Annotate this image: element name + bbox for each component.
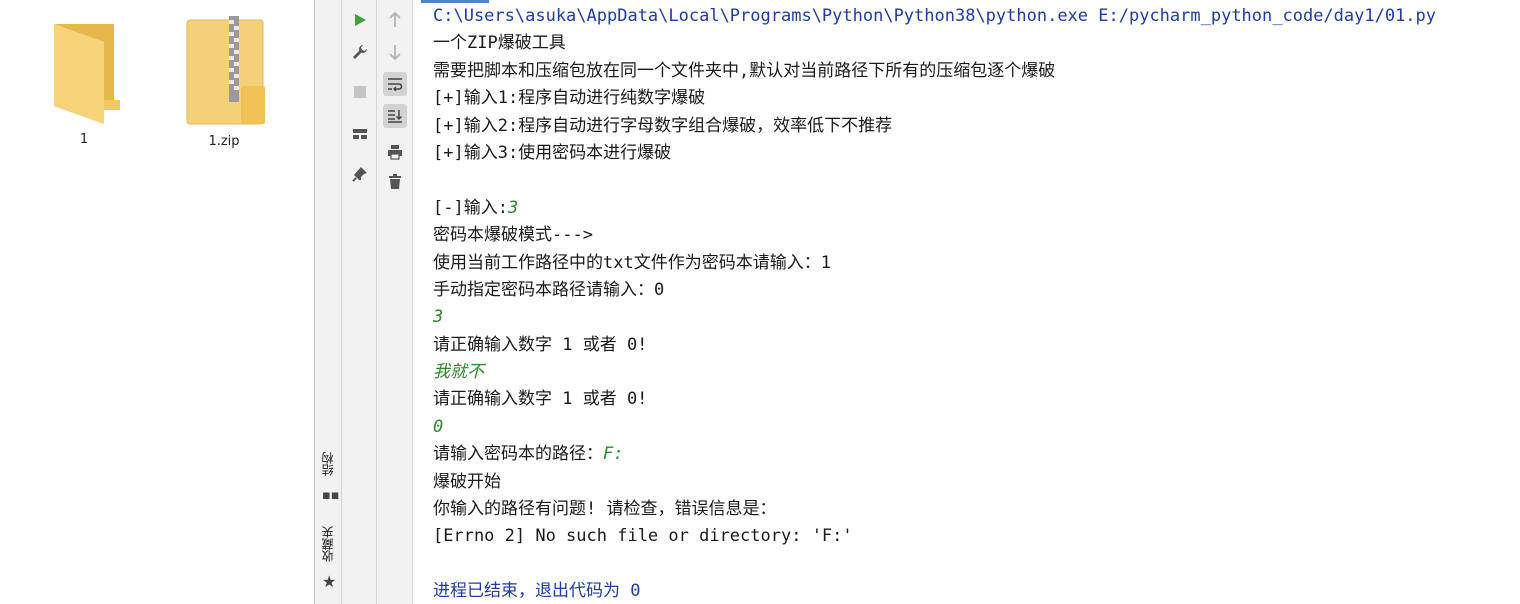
clear-all-button[interactable]	[383, 170, 407, 194]
side-tool-strip: 结构 ▪▪ 收藏夹 ★	[314, 0, 342, 604]
console-lines: C:\Users\asuka\AppData\Local\Programs\Py…	[433, 3, 1436, 604]
printer-icon	[388, 145, 402, 160]
console-line: [+]输入3:使用密码本进行爆破	[433, 140, 1436, 167]
console-line: 你输入的路径有问题! 请检查，错误信息是：	[433, 496, 1436, 523]
arrow-down-icon	[389, 45, 401, 60]
console-line: 0	[433, 414, 1436, 441]
console-line: 手动指定密码本路径请输入：0	[433, 277, 1436, 304]
zip-folder-icon	[186, 16, 265, 125]
console-line-text: 爆破开始	[433, 471, 501, 492]
stop-button[interactable]	[348, 80, 372, 104]
console-line-text: 使用当前工作路径中的txt文件作为密码本请输入：1	[433, 252, 831, 273]
up-stack-button[interactable]	[383, 8, 407, 32]
arrow-up-icon	[389, 12, 401, 27]
structure-icon: ▪▪	[322, 488, 340, 503]
console-line: 爆破开始	[433, 469, 1436, 496]
tab-structure[interactable]: 结构	[319, 452, 339, 476]
desktop-item-folder[interactable]: 1	[34, 14, 134, 147]
console-line: 使用当前工作路径中的txt文件作为密码本请输入：1	[433, 250, 1436, 277]
console-line-text: 一个ZIP爆破工具	[433, 33, 566, 54]
console-line: 需要把脚本和压缩包放在同一个文件夹中,默认对当前路径下所有的压缩包逐个爆破	[433, 58, 1436, 85]
console-line: 进程已结束，退出代码为 0	[433, 578, 1436, 604]
console-line: [+]输入1:程序自动进行纯数字爆破	[433, 85, 1436, 112]
console-line-text: C:\Users\asuka\AppData\Local\Programs\Py…	[433, 6, 1437, 26]
scroll-to-end-button[interactable]	[383, 104, 407, 128]
soft-wrap-icon	[388, 78, 403, 91]
console-line-text: [Errno 2] No such file or directory: 'F:…	[433, 526, 853, 547]
console-line-text: [+]输入2:程序自动进行字母数字组合爆破，效率低下不推荐	[433, 115, 893, 136]
console-line: 请输入密码本的路径：F:	[433, 441, 1436, 468]
desktop-item-zip[interactable]: 1.zip	[174, 14, 274, 149]
console-line-text: 0	[433, 416, 444, 437]
layout-icon	[353, 129, 367, 139]
console-output[interactable]: C:\Users\asuka\AppData\Local\Programs\Py…	[413, 0, 1520, 604]
trash-icon	[389, 174, 401, 189]
settings-button[interactable]	[348, 40, 372, 64]
console-line-text: [-]输入:	[433, 197, 508, 218]
folder-icon	[54, 24, 120, 124]
console-line-text: 我就不	[433, 362, 484, 383]
play-icon	[355, 14, 366, 26]
star-icon: ★	[322, 572, 337, 591]
ide-window: 结构 ▪▪ 收藏夹 ★ C:\Users\asuka\AppData\Local…	[314, 0, 1520, 604]
console-line-text: 请正确输入数字 1 或者 0!	[433, 334, 648, 355]
pin-button[interactable]	[348, 162, 372, 186]
layout-button[interactable]	[348, 122, 372, 146]
console-line: 请正确输入数字 1 或者 0!	[433, 332, 1436, 359]
pin-icon	[352, 167, 367, 182]
soft-wrap-button[interactable]	[383, 72, 407, 96]
console-line: 一个ZIP爆破工具	[433, 30, 1436, 57]
console-line: 3	[433, 304, 1436, 331]
console-line: [+]输入2:程序自动进行字母数字组合爆破，效率低下不推荐	[433, 113, 1436, 140]
console-toolbar	[377, 0, 413, 604]
console-line: 请正确输入数字 1 或者 0!	[433, 386, 1436, 413]
desktop-item-label: 1.zip	[208, 134, 240, 149]
down-stack-button[interactable]	[383, 40, 407, 64]
console-line-text: 请输入密码本的路径：	[433, 444, 603, 465]
console-line: C:\Users\asuka\AppData\Local\Programs\Py…	[433, 3, 1436, 30]
console-line: 我就不	[433, 359, 1436, 386]
console-user-input: 3	[507, 197, 519, 218]
console-line: [-]输入:3	[433, 195, 1436, 222]
console-line-text: 密码本爆破模式--->	[433, 225, 593, 246]
tab-favorites[interactable]: 收藏夹	[319, 526, 339, 562]
rerun-button[interactable]	[348, 8, 372, 32]
console-line: 密码本爆破模式--->	[433, 222, 1436, 249]
console-user-input: F:	[603, 444, 624, 465]
desktop: 1 1.zip	[0, 0, 314, 604]
console-line: [Errno 2] No such file or directory: 'F:…	[433, 523, 1436, 550]
print-button[interactable]	[383, 140, 407, 164]
console-line-text: 需要把脚本和压缩包放在同一个文件夹中,默认对当前路径下所有的压缩包逐个爆破	[433, 60, 1056, 81]
console-line-text: [+]输入3:使用密码本进行爆破	[433, 142, 672, 163]
desktop-item-label: 1	[79, 132, 89, 147]
wrench-icon	[353, 45, 367, 59]
console-line-text: 3	[433, 307, 444, 328]
run-toolbar	[342, 0, 377, 604]
stop-icon	[354, 86, 366, 98]
console-line-text: 手动指定密码本路径请输入：0	[433, 279, 665, 300]
console-line-text: 你输入的路径有问题! 请检查，错误信息是：	[433, 499, 777, 520]
console-line-text: [+]输入1:程序自动进行纯数字爆破	[433, 88, 706, 109]
console-line-text: 进程已结束，退出代码为 0	[433, 581, 641, 602]
scroll-end-icon	[388, 110, 403, 123]
console-line-text: 请正确输入数字 1 或者 0!	[433, 389, 648, 410]
